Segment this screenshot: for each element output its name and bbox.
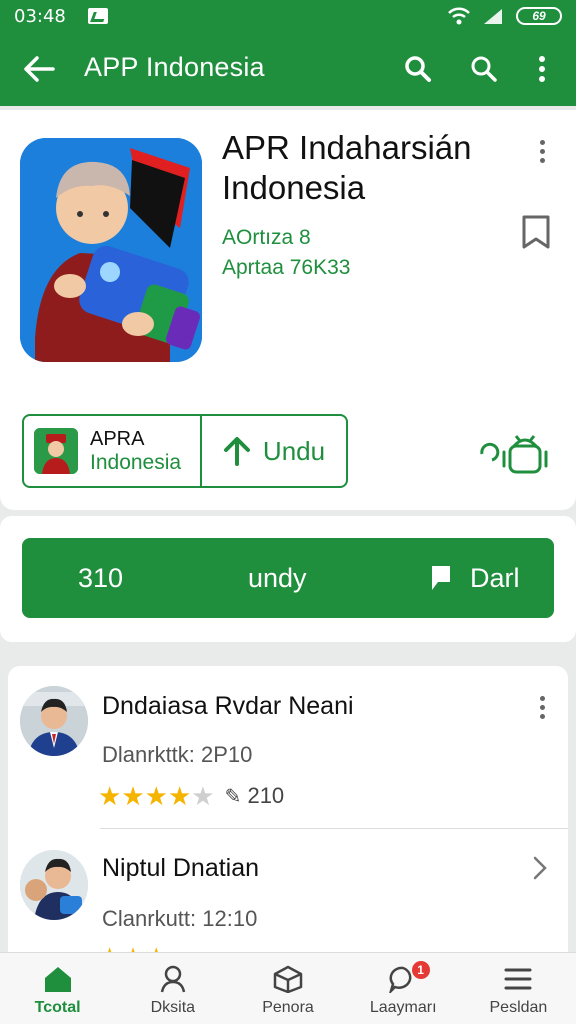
arrow-up-icon bbox=[223, 437, 250, 466]
app-meta-line-1: AOrtıza 8 bbox=[222, 226, 311, 249]
developer-avatar bbox=[34, 428, 78, 474]
search-icon bbox=[405, 56, 431, 82]
avatar bbox=[20, 850, 88, 920]
overflow-menu-button[interactable] bbox=[522, 49, 562, 89]
more-vert-icon bbox=[539, 56, 545, 82]
star-icon: ★ bbox=[144, 781, 168, 811]
install-button-label: undy bbox=[248, 562, 307, 593]
nav-label: Laaymarı bbox=[369, 999, 437, 1016]
search-button[interactable] bbox=[398, 49, 438, 89]
review-count: ✎ 210 bbox=[225, 783, 285, 809]
developer-download-chip: APRA Indonesia Undu bbox=[22, 414, 348, 488]
star-icon: ★ bbox=[121, 781, 145, 811]
review-more-button[interactable] bbox=[532, 692, 552, 722]
back-button[interactable] bbox=[20, 50, 58, 88]
nav-item-home[interactable]: Tcotal bbox=[0, 953, 115, 1024]
app-more-button[interactable] bbox=[532, 136, 552, 166]
box-icon bbox=[273, 965, 303, 993]
search-icon bbox=[471, 56, 497, 82]
bottom-navigation: Tcotal Dksita Penora 1 Laaymarı Pesldan bbox=[0, 952, 576, 1024]
nav-item-profile[interactable]: Dksita bbox=[115, 953, 230, 1024]
status-time: 03:48 bbox=[14, 5, 66, 27]
nav-label: Dksita bbox=[150, 999, 196, 1016]
developer-button[interactable]: APRA Indonesia bbox=[24, 416, 202, 486]
star-icon: ★ bbox=[167, 781, 192, 811]
install-action[interactable]: Darl bbox=[430, 563, 520, 594]
app-icon-illustration bbox=[20, 138, 202, 362]
review-count-value: 210 bbox=[247, 783, 285, 808]
install-bar[interactable]: 310 undy Darl bbox=[22, 538, 554, 618]
install-card: 310 undy Darl bbox=[0, 516, 576, 642]
review-author-name: Dndaiasa Rvdar Neani bbox=[102, 692, 354, 720]
bookmark-button[interactable] bbox=[520, 214, 552, 250]
search-button-secondary[interactable] bbox=[464, 49, 504, 89]
chevron-right-icon[interactable] bbox=[528, 856, 552, 880]
nav-item-menu[interactable]: Pesldan bbox=[461, 953, 576, 1024]
bookmark-icon bbox=[522, 215, 550, 249]
arrow-left-icon bbox=[24, 56, 55, 82]
notification-badge: 1 bbox=[411, 961, 430, 979]
app-header-card: APR Indaharsián Indonesia AOrtıza 8 Aprt… bbox=[0, 110, 576, 510]
reviews-card: Dndaiasa Rvdar Neani Dlanrkttk: 2P10 ★ ★… bbox=[8, 666, 568, 966]
battery-icon: 69 bbox=[516, 7, 562, 25]
wifi-icon bbox=[448, 7, 470, 25]
rating-stars: ★ ★ ★ ★ ★ ✎ 210 bbox=[98, 783, 284, 809]
menu-icon bbox=[504, 968, 532, 990]
status-bar: 03:48 69 bbox=[0, 0, 576, 32]
star-empty-icon: ★ bbox=[191, 781, 215, 811]
comment-icon bbox=[432, 566, 450, 590]
nav-label: Penora bbox=[262, 999, 314, 1016]
review-date: Clanrkutt: 12:10 bbox=[102, 906, 258, 931]
home-icon bbox=[44, 967, 71, 992]
install-action-label: Darl bbox=[470, 562, 520, 593]
android-icon bbox=[480, 435, 548, 474]
download-button[interactable]: Undu bbox=[202, 416, 346, 486]
review-author-name: Niptul Dnatian bbox=[102, 854, 260, 882]
developer-name-line-2: Indonesia bbox=[90, 451, 182, 474]
nav-label: Pesldan bbox=[489, 999, 548, 1016]
notification-icon bbox=[87, 8, 108, 24]
review-date: Dlanrkttk: 2P10 bbox=[102, 742, 253, 767]
app-bar-title: APP Indonesia bbox=[84, 52, 265, 82]
avatar bbox=[20, 686, 88, 756]
person-icon bbox=[160, 965, 186, 993]
download-button-label: Undu bbox=[262, 435, 326, 466]
android-share-button[interactable] bbox=[478, 432, 550, 476]
app-meta-line-2: Aprtaa 76K33 bbox=[222, 256, 351, 279]
app-name: APR Indaharsián Indonesia bbox=[222, 129, 472, 206]
signal-icon bbox=[484, 9, 502, 24]
nav-label: Tcotal bbox=[34, 999, 81, 1016]
pencil-icon: ✎ bbox=[224, 786, 242, 808]
app-icon bbox=[20, 138, 202, 362]
developer-name-line-1: APRA bbox=[90, 428, 145, 450]
star-icon: ★ bbox=[98, 781, 122, 811]
divider bbox=[100, 828, 568, 829]
install-count: 310 bbox=[78, 562, 124, 593]
app-bar: APP Indonesia bbox=[0, 32, 576, 106]
nav-item-messages[interactable]: 1 Laaymarı bbox=[346, 953, 461, 1024]
nav-item-box[interactable]: Penora bbox=[230, 953, 345, 1024]
